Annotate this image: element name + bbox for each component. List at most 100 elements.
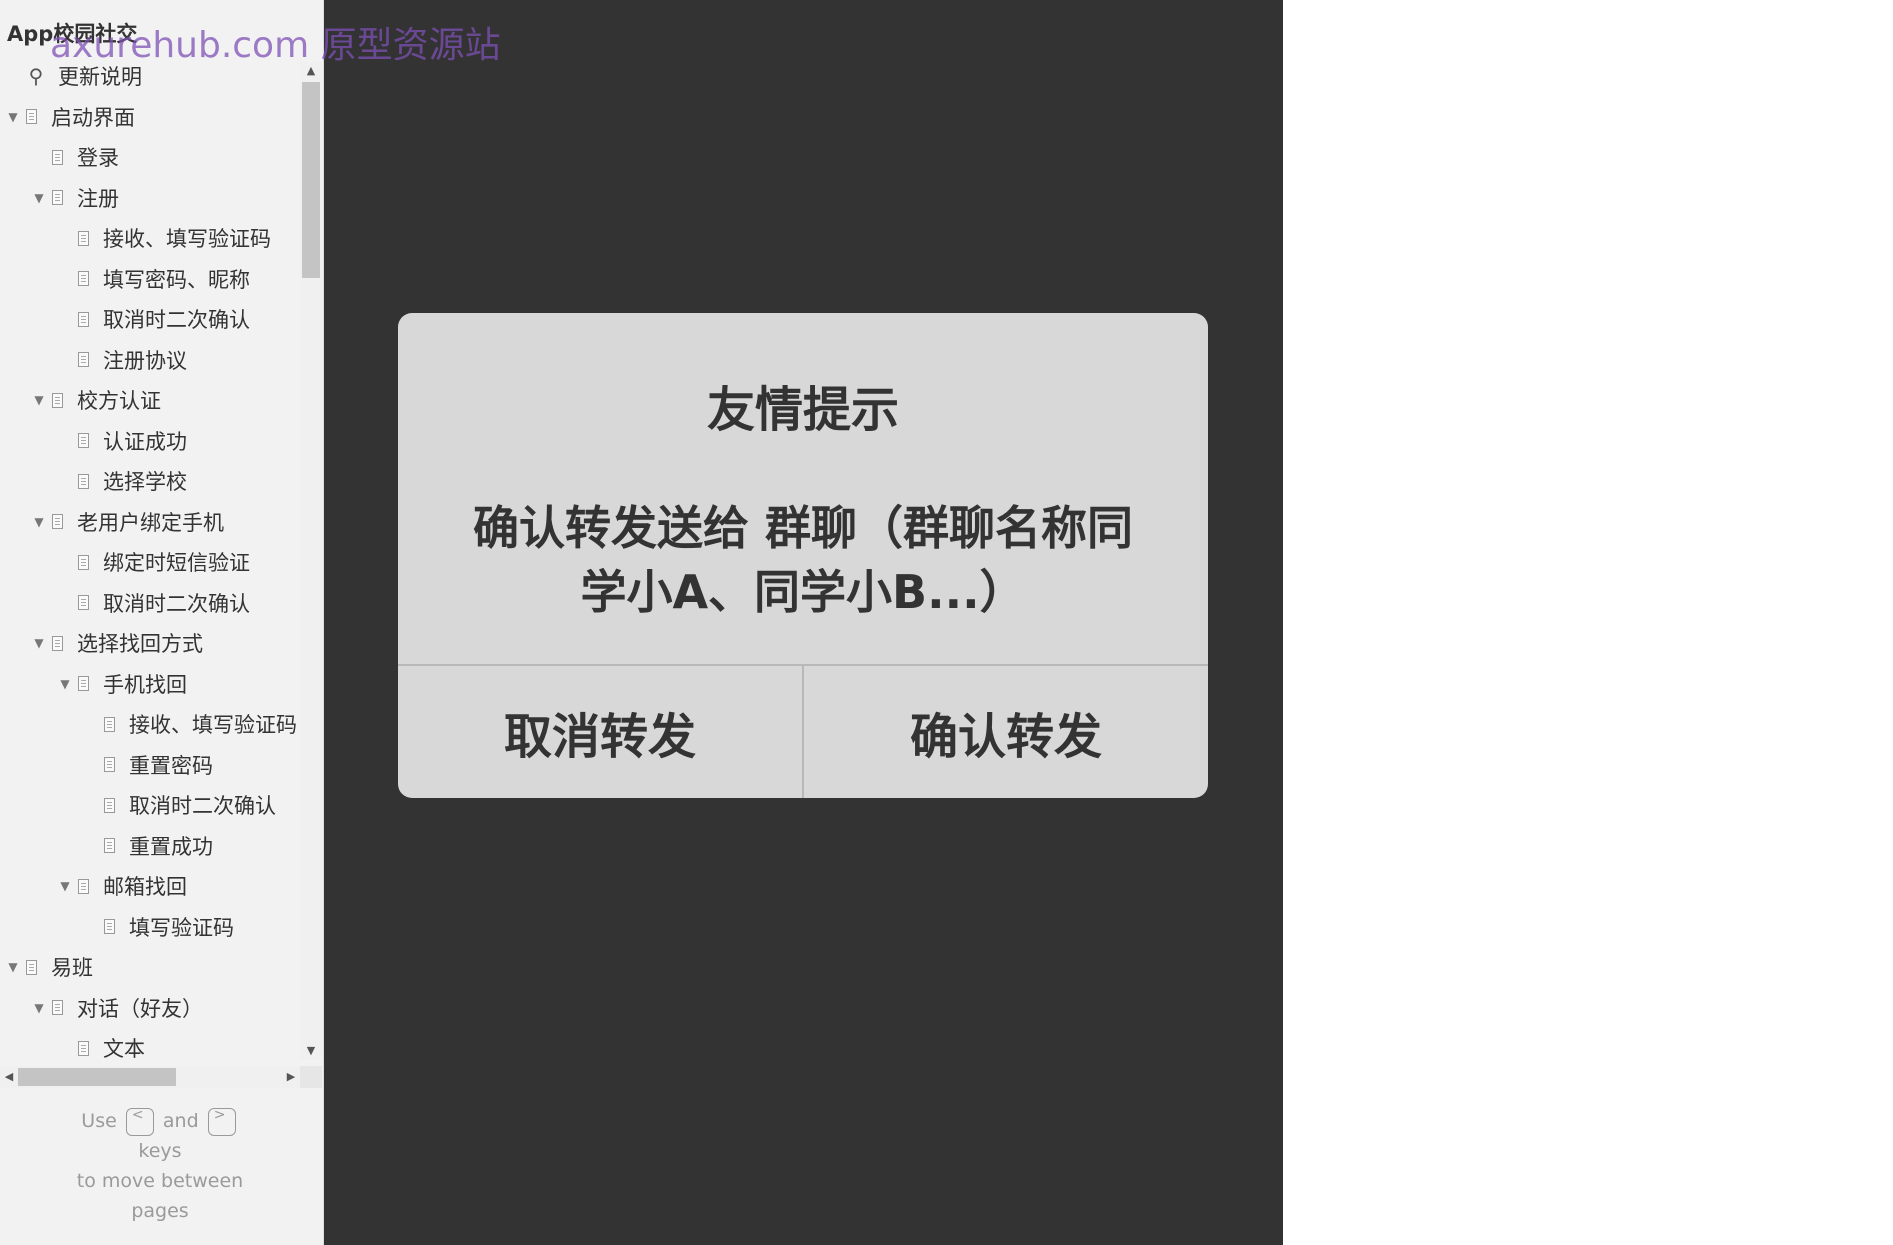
tree-item[interactable]: ▶文本 bbox=[0, 1028, 300, 1060]
previous-key-icon: < bbox=[125, 1107, 154, 1136]
page-icon bbox=[26, 109, 37, 125]
tree-item[interactable]: ▼ 启动界面 bbox=[0, 97, 300, 138]
keyboard-navigation-hint: Use < and > keys to move between pages bbox=[20, 1106, 300, 1226]
page-icon bbox=[104, 919, 115, 935]
tree-item[interactable]: ▶取消时二次确认 bbox=[0, 299, 300, 340]
scroll-down-arrow-icon[interactable]: ▼ bbox=[300, 1042, 322, 1060]
tree-item-label: 启动界面 bbox=[51, 105, 135, 130]
page-icon bbox=[78, 271, 89, 287]
hint-line3-text: pages bbox=[131, 1200, 189, 1222]
expand-arrow-icon[interactable]: ▼ bbox=[6, 110, 20, 124]
page-icon bbox=[104, 757, 115, 773]
page-icon bbox=[78, 1040, 89, 1056]
tree-item-label: 登录 bbox=[77, 146, 119, 171]
tree-item[interactable]: ▼ 老用户绑定手机 bbox=[0, 502, 300, 543]
tree-item[interactable]: ▼ 注册 bbox=[0, 178, 300, 219]
hint-use-text: Use bbox=[81, 1110, 117, 1132]
tree-item[interactable]: ▶注册协议 bbox=[0, 340, 300, 381]
page-icon bbox=[78, 473, 89, 489]
expand-arrow-icon[interactable]: ▼ bbox=[58, 677, 72, 691]
page-icon bbox=[78, 433, 89, 449]
tree-item-label: 对话（好友） bbox=[77, 996, 203, 1021]
expand-arrow-icon[interactable]: ▼ bbox=[6, 960, 20, 974]
page-icon bbox=[52, 392, 63, 408]
expand-arrow-icon[interactable]: ▼ bbox=[32, 191, 46, 205]
tree-item-label: 填写验证码 bbox=[129, 915, 234, 940]
page-icon bbox=[52, 190, 63, 206]
page-icon bbox=[104, 838, 115, 854]
tree-item[interactable]: ▼ 手机找回 bbox=[0, 664, 300, 705]
scroll-up-arrow-icon[interactable]: ▲ bbox=[300, 62, 322, 80]
tree-item[interactable]: ▶取消时二次确认 bbox=[0, 583, 300, 624]
tree-item[interactable]: ▶填写密码、昵称 bbox=[0, 259, 300, 300]
horizontal-scrollbar[interactable]: ◀ ▶ bbox=[0, 1066, 300, 1088]
tree-item-label: 邮箱找回 bbox=[103, 875, 187, 900]
tree-item-label: 取消时二次确认 bbox=[103, 591, 250, 616]
tree-item[interactable]: ▶绑定时短信验证 bbox=[0, 542, 300, 583]
tree-item-label: 选择找回方式 bbox=[77, 632, 203, 657]
tree-item[interactable]: ▶接收、填写验证码 bbox=[0, 704, 300, 745]
tree-item-label: 老用户绑定手机 bbox=[77, 510, 224, 535]
vertical-scroll-thumb[interactable] bbox=[302, 82, 320, 278]
tree-item[interactable]: ▶填写验证码 bbox=[0, 907, 300, 948]
page-icon bbox=[52, 514, 63, 530]
tree-item[interactable]: ▼ 易班 bbox=[0, 947, 300, 988]
page-icon bbox=[78, 352, 89, 368]
page-icon bbox=[78, 230, 89, 246]
scroll-left-arrow-icon[interactable]: ◀ bbox=[0, 1066, 18, 1088]
tree-item[interactable]: ▼ 选择找回方式 bbox=[0, 623, 300, 664]
tree-item-label: 手机找回 bbox=[103, 672, 187, 697]
page-icon bbox=[26, 959, 37, 975]
forward-confirm-dialog: 友情提示 确认转发送给 群聊（群聊名称同学小A、同学小B...） 取消转发 确认… bbox=[398, 313, 1208, 798]
tree-item[interactable]: ▶接收、填写验证码 bbox=[0, 218, 300, 259]
tree-item-label: 绑定时短信验证 bbox=[103, 551, 250, 576]
page-icon bbox=[52, 1000, 63, 1016]
tree-item-label: 取消时二次确认 bbox=[103, 308, 250, 333]
page-tree: ▶⚲更新说明▼启动界面▶登录▼注册▶接收、填写验证码▶填写密码、昵称▶取消时二次… bbox=[0, 56, 300, 1060]
tree-item[interactable]: ▼ 邮箱找回 bbox=[0, 866, 300, 907]
dialog-message: 确认转发送给 群聊（群聊名称同学小A、同学小B...） bbox=[472, 501, 1133, 619]
tree-item-label: 重置成功 bbox=[129, 834, 213, 859]
tree-item-label: 认证成功 bbox=[103, 429, 187, 454]
sidebar: App校园社交 ▶⚲更新说明▼启动界面▶登录▼注册▶接收、填写验证码▶填写密码、… bbox=[0, 0, 324, 1245]
tree-item[interactable]: ▼ 校方认证 bbox=[0, 380, 300, 421]
prototype-canvas: 友情提示 确认转发送给 群聊（群聊名称同学小A、同学小B...） 取消转发 确认… bbox=[324, 0, 1283, 1245]
tree-item-label: 文本 bbox=[103, 1037, 145, 1060]
tree-item[interactable]: ▶认证成功 bbox=[0, 421, 300, 462]
horizontal-scroll-thumb[interactable] bbox=[18, 1068, 176, 1086]
tree-item[interactable]: ▶选择学校 bbox=[0, 461, 300, 502]
page-icon bbox=[78, 311, 89, 327]
page-icon bbox=[78, 676, 89, 692]
page-icon bbox=[52, 149, 63, 165]
tree-item-label: 注册协议 bbox=[103, 348, 187, 373]
tree-item-label: 更新说明 bbox=[58, 65, 142, 90]
tree-item[interactable]: ▶重置密码 bbox=[0, 745, 300, 786]
expand-arrow-icon[interactable]: ▼ bbox=[32, 393, 46, 407]
expand-arrow-icon[interactable]: ▼ bbox=[32, 515, 46, 529]
app-title: App校园社交 bbox=[7, 22, 138, 46]
tree-item[interactable]: ▼ 对话（好友） bbox=[0, 988, 300, 1029]
scroll-right-arrow-icon[interactable]: ▶ bbox=[282, 1066, 300, 1088]
expand-arrow-icon[interactable]: ▼ bbox=[32, 636, 46, 650]
confirm-forward-button[interactable]: 确认转发 bbox=[804, 666, 1208, 798]
page-icon bbox=[52, 635, 63, 651]
dialog-title: 友情提示 bbox=[706, 382, 899, 438]
expand-arrow-icon[interactable]: ▼ bbox=[58, 879, 72, 893]
tree-item-label: 取消时二次确认 bbox=[129, 794, 276, 819]
cancel-forward-button[interactable]: 取消转发 bbox=[398, 666, 802, 798]
notes-icon: ⚲ bbox=[28, 64, 44, 89]
page-icon bbox=[78, 878, 89, 894]
tree-item[interactable]: ▶⚲更新说明 bbox=[0, 56, 300, 97]
tree-item-label: 易班 bbox=[51, 956, 93, 981]
tree-item[interactable]: ▶重置成功 bbox=[0, 826, 300, 867]
tree-item-label: 接收、填写验证码 bbox=[103, 227, 271, 252]
page-icon bbox=[104, 797, 115, 813]
tree-item[interactable]: ▶登录 bbox=[0, 137, 300, 178]
tree-item[interactable]: ▶取消时二次确认 bbox=[0, 785, 300, 826]
vertical-scrollbar[interactable]: ▲ ▼ bbox=[300, 62, 322, 1060]
tree-item-label: 选择学校 bbox=[103, 470, 187, 495]
tree-item-label: 填写密码、昵称 bbox=[103, 267, 250, 292]
hint-keys-text: keys bbox=[138, 1140, 182, 1162]
expand-arrow-icon[interactable]: ▼ bbox=[32, 1001, 46, 1015]
tree-item-label: 注册 bbox=[77, 186, 119, 211]
